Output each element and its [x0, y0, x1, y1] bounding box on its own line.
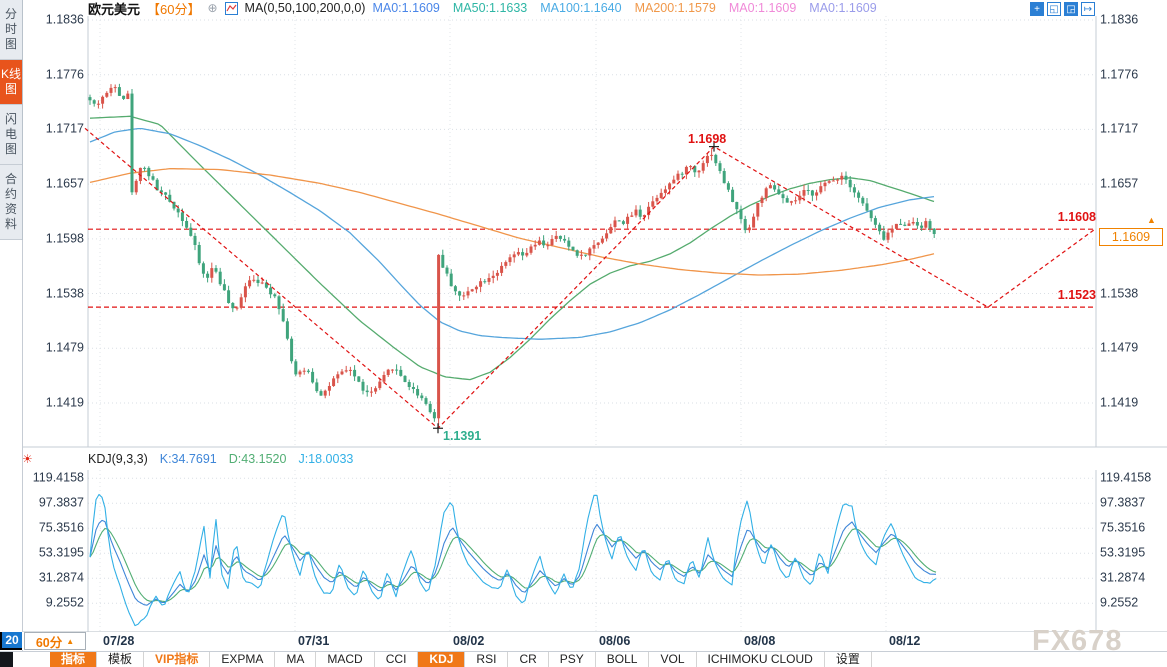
toolbar-corner-block: [0, 652, 13, 667]
ma-value-2: MA100:1.1640: [540, 1, 621, 15]
chart-window-icons: +◱◲↦: [1030, 2, 1095, 16]
period-up-triangle-icon: ▲: [66, 637, 74, 646]
indicator-settings-icon[interactable]: ☀: [22, 453, 33, 465]
current-price-tag: 1.1609: [1099, 228, 1163, 246]
ma-value-1: MA50:1.1633: [453, 1, 527, 15]
price-axis-label-left: 1.1717: [18, 123, 84, 136]
main-chart-layer: [85, 84, 1096, 433]
toolbar-button-rsi[interactable]: RSI: [465, 652, 508, 667]
price-axis-label-right: 1.1776: [1100, 68, 1166, 81]
crosshair-tool-icon[interactable]: +: [1030, 2, 1044, 16]
add-overlay-icon[interactable]: ⊕: [207, 1, 217, 15]
period-label: 【60分】: [147, 0, 200, 18]
kdj-k-value: K:34.7691: [160, 452, 217, 466]
toolbar-button-cr[interactable]: CR: [508, 652, 548, 667]
date-label: 08/08: [744, 634, 775, 648]
resistance-level-label: 1.1608: [1038, 210, 1096, 224]
price-axis-label-left: 1.1776: [18, 68, 84, 81]
kdj-axis-label-left: 75.3516: [18, 522, 84, 535]
pan-chart-icon[interactable]: ◲: [1064, 2, 1078, 16]
kline-mini-icon[interactable]: [225, 2, 238, 15]
kdj-axis-label-left: 9.2552: [18, 597, 84, 610]
toolbar-button-expma[interactable]: EXPMA: [210, 652, 275, 667]
price-axis-label-left: 1.1598: [18, 232, 84, 245]
price-axis-label-right: 1.1479: [1100, 342, 1166, 355]
price-axis-label-left: 1.1479: [18, 342, 84, 355]
kdj-axis-label-right: 119.4158: [1100, 472, 1166, 485]
date-label: 08/12: [889, 634, 920, 648]
ma-value-4: MA0:1.1609: [729, 1, 796, 15]
ma-value-0: MA0:1.1609: [372, 1, 439, 15]
zoom-area-icon[interactable]: ◱: [1047, 2, 1061, 16]
ma-values-group: MA0:1.1609 MA50:1.1633 MA100:1.1640 MA200:1…: [372, 1, 876, 15]
date-label: 08/06: [599, 634, 630, 648]
toolbar-button-vip[interactable]: VIP指标: [144, 652, 210, 667]
sidebar-tab-kline[interactable]: K线图: [0, 60, 22, 105]
trading-app-window: 分时图K线图闪电图合约资料 欧元美元 【60分】 ⊕ MA(0,50,100,2…: [0, 0, 1167, 667]
kdj-j-value: J:18.0033: [298, 452, 353, 466]
price-axis-label-left: 1.1538: [18, 287, 84, 300]
price-axis-label-right: 1.1657: [1100, 178, 1166, 191]
toolbar-button-cn[interactable]: 模板: [97, 652, 144, 667]
price-axis-label-right: 1.1538: [1100, 287, 1166, 300]
toolbar-button-psy[interactable]: PSY: [549, 652, 596, 667]
chart-header: 欧元美元 【60分】 ⊕ MA(0,50,100,200,0,0) MA0:1.…: [88, 0, 877, 16]
kdj-axis-label-left: 97.3837: [18, 497, 84, 510]
price-axis-label-right: 1.1419: [1100, 396, 1166, 409]
price-axis-label-right: 1.1717: [1100, 123, 1166, 136]
kdj-axis-label-right: 31.2874: [1100, 572, 1166, 585]
support-level-label: 1.1523: [1038, 288, 1096, 302]
ma50-line: [90, 116, 934, 379]
kdj-indicator-header: KDJ(9,3,3) K:34.7691 D:43.1520 J:18.0033: [88, 451, 353, 467]
date-label: 07/31: [298, 634, 329, 648]
indicator-toolbar: 指标模板VIP指标EXPMAMAMACDCCIKDJRSICRPSYBOLLVO…: [0, 651, 1167, 667]
chart-type-sidebar: 分时图K线图闪电图合约资料: [0, 0, 23, 240]
kdj-d-value: D:43.1520: [229, 452, 287, 466]
sidebar-tab-lightning[interactable]: 闪电图: [0, 105, 22, 165]
price-axis-label-left: 1.1657: [18, 178, 84, 191]
toolbar-button-macd[interactable]: MACD: [316, 652, 374, 667]
collapse-panel-icon[interactable]: ↦: [1081, 2, 1095, 16]
ma-value-3: MA200:1.1579: [635, 1, 716, 15]
price-axis-label-left: 1.1836: [18, 14, 84, 27]
kdj-j-line: [90, 495, 936, 626]
kdj-d-line: [90, 529, 936, 602]
date-label: 08/02: [453, 634, 484, 648]
kdj-title[interactable]: KDJ(9,3,3): [88, 452, 148, 466]
period-selector-label: 60分: [36, 632, 62, 651]
kdj-axis-label-left: 119.4158: [18, 472, 84, 485]
toolbar-button-cn[interactable]: 指标: [50, 652, 97, 667]
ma-value-5: MA0:1.1609: [809, 1, 876, 15]
period-selector[interactable]: 60分 ▲: [24, 632, 86, 650]
time-axis-row: 07/28 07/31 08/02 08/06 08/08 08/12: [0, 632, 1167, 650]
kdj-axis-label-left: 31.2874: [18, 572, 84, 585]
kdj-chart-layer: [90, 495, 936, 626]
bar-count-badge[interactable]: 20: [0, 632, 22, 650]
price-up-arrow-icon: ▲: [1147, 215, 1156, 225]
chart-canvas[interactable]: [0, 0, 1167, 667]
peak-price-annotation: 1.1698: [688, 132, 726, 146]
price-axis-label-right: 1.1836: [1100, 14, 1166, 27]
kdj-axis-label-right: 75.3516: [1100, 522, 1166, 535]
toolbar-button-kdj[interactable]: KDJ: [418, 652, 465, 667]
kdj-axis-label-right: 9.2552: [1100, 597, 1166, 610]
toolbar-button-ma[interactable]: MA: [275, 652, 316, 667]
grid-layer: [22, 16, 1167, 632]
sidebar-tab-timeline[interactable]: 分时图: [0, 0, 22, 60]
toolbar-button-vol[interactable]: VOL: [649, 652, 696, 667]
kdj-axis-label-right: 97.3837: [1100, 497, 1166, 510]
date-label: 07/28: [103, 634, 134, 648]
trough-price-annotation: 1.1391: [443, 429, 481, 443]
symbol-title: 欧元美元: [88, 0, 140, 18]
ma-settings-label[interactable]: MA(0,50,100,200,0,0): [245, 1, 366, 15]
toolbar-button-boll[interactable]: BOLL: [596, 652, 650, 667]
price-axis-label-left: 1.1419: [18, 396, 84, 409]
sidebar-tab-contract[interactable]: 合约资料: [0, 165, 22, 240]
kdj-axis-label-right: 53.3195: [1100, 547, 1166, 560]
toolbar-button-cci[interactable]: CCI: [375, 652, 419, 667]
toolbar-button-ichimokucloud[interactable]: ICHIMOKU CLOUD: [697, 652, 825, 667]
kdj-axis-label-left: 53.3195: [18, 547, 84, 560]
toolbar-button-cn[interactable]: 设置: [825, 652, 872, 667]
